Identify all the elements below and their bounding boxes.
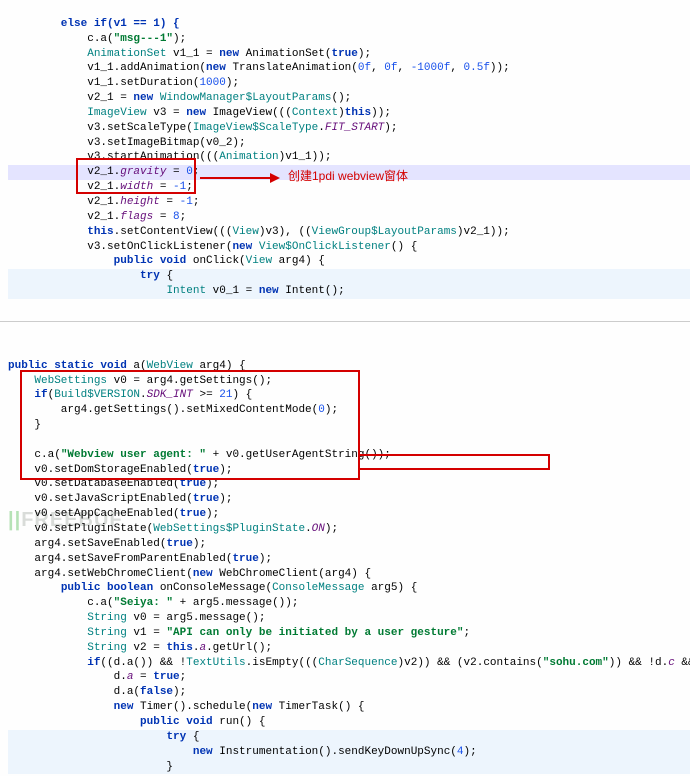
code-block-2: public static void a(WebView arg4) { Web… bbox=[0, 342, 690, 776]
annotation-text-1: 创建1pdi webview窗体 bbox=[288, 168, 408, 184]
arrow-icon bbox=[200, 168, 280, 188]
code-block-1: else if(v1 == 1) { c.a("msg---1"); Anima… bbox=[0, 0, 690, 301]
